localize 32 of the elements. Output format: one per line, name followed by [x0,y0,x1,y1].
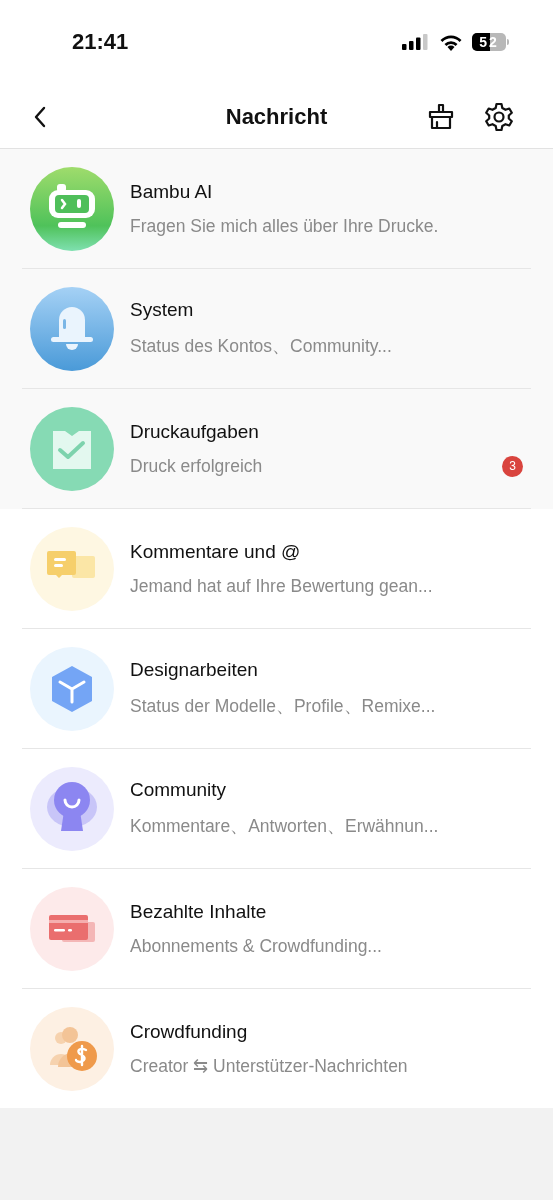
page-title: Nachricht [225,103,328,130]
message-preview: Status der Modelle、Profile、Remixe... [130,695,436,718]
message-title: Designarbeiten [130,659,259,681]
message-preview: Fragen Sie mich alles über Ihre Drucke. [130,215,439,237]
message-title: System [130,299,195,321]
wifi-icon [439,33,463,51]
signal-icon [402,34,430,50]
message-preview: Status des Kontos、Community... [130,335,392,358]
cube-icon [30,646,114,731]
person-icon [30,766,114,851]
brush-icon[interactable] [426,101,456,132]
message-title: Community [130,779,228,801]
message-title: Druckaufgaben [130,420,260,443]
status-time: 21:41 [72,28,129,56]
bell-icon [30,286,114,371]
message-preview: Creator ⇆ Unterstützer-Nachrichten [130,1055,408,1077]
unread-count: 3 [502,455,523,477]
chat-bubbles-icon [30,526,114,611]
robot-icon [30,166,114,251]
message-preview: Abonnements & Crowdfunding... [130,935,382,957]
message-preview: Druck erfolgreich [130,455,263,477]
message-title: Bambu AI [130,180,214,203]
credit-card-icon [30,886,114,971]
message-title: Bezahlte Inhalte [130,900,268,923]
message-title: Kommentare und @ [130,540,302,563]
people-coin-icon [30,1006,114,1091]
message-preview: Kommentare、Antworten、Erwähnun... [130,815,439,838]
checked-task-icon [30,406,114,491]
message-title: Crowdfunding [130,1020,249,1043]
back-button[interactable] [33,105,47,128]
message-preview: Jemand hat auf Ihre Bewertung gean... [130,575,433,597]
settings-icon[interactable] [483,100,515,133]
